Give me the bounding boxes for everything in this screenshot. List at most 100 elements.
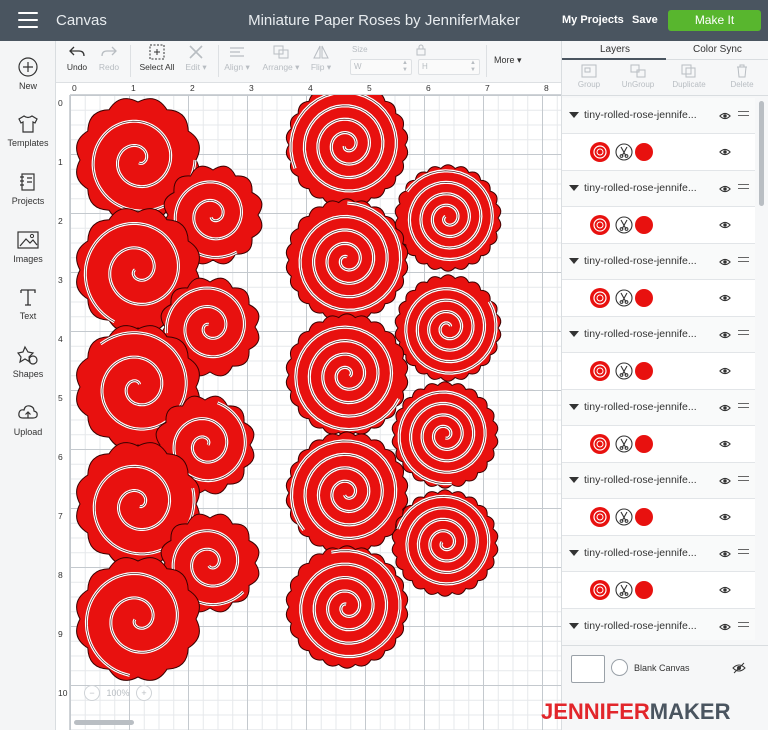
jennifermaker-watermark: JENNIFERMAKER (541, 699, 730, 725)
cut-scissors-icon[interactable] (615, 581, 633, 599)
drag-handle-icon[interactable] (738, 403, 749, 411)
expand-triangle-icon[interactable] (569, 477, 579, 483)
layer-color-swatch[interactable] (635, 216, 653, 234)
eye-icon[interactable] (719, 475, 731, 487)
layer-group-row[interactable]: tiny-rolled-rose-jennife... (562, 317, 755, 353)
eye-icon[interactable] (719, 584, 731, 596)
tab-color-sync[interactable]: Color Sync (693, 44, 742, 55)
edit-button[interactable]: Edit ▾ (180, 44, 212, 73)
layer-group-row[interactable]: tiny-rolled-rose-jennife... (562, 463, 755, 499)
eye-icon[interactable] (719, 548, 731, 560)
layers-scrollbar[interactable] (759, 101, 764, 206)
canvas-color-swatch[interactable] (571, 655, 605, 683)
cut-scissors-icon[interactable] (615, 216, 633, 234)
expand-triangle-icon[interactable] (569, 185, 579, 191)
layer-item-row[interactable] (562, 353, 755, 390)
eye-icon[interactable] (719, 146, 731, 158)
eye-icon[interactable] (719, 219, 731, 231)
eye-icon[interactable] (719, 110, 731, 122)
sidebar-item-images[interactable]: Images (0, 230, 56, 264)
sidebar-item-new[interactable]: New (0, 57, 56, 91)
height-input[interactable]: H ▲ ▼ (418, 59, 480, 75)
sidebar-item-templates[interactable]: Templates (0, 114, 56, 148)
my-projects-link[interactable]: My Projects (562, 14, 624, 26)
layer-item-row[interactable] (562, 280, 755, 317)
expand-triangle-icon[interactable] (569, 331, 579, 337)
expand-triangle-icon[interactable] (569, 623, 579, 629)
layer-color-swatch[interactable] (635, 435, 653, 453)
layer-group-row[interactable]: tiny-rolled-rose-jennife... (562, 244, 755, 280)
eye-hidden-icon[interactable] (732, 662, 746, 674)
layer-item-row[interactable] (562, 426, 755, 463)
arrange-button[interactable]: Arrange ▾ (258, 44, 304, 73)
sidebar-item-text[interactable]: Text (0, 287, 56, 321)
drag-handle-icon[interactable] (738, 476, 749, 484)
drag-handle-icon[interactable] (738, 111, 749, 119)
more-button[interactable]: More ▾ (494, 55, 522, 66)
layer-color-swatch[interactable] (635, 362, 653, 380)
align-button[interactable]: Align ▾ (220, 44, 254, 73)
redo-button[interactable]: Redo (94, 44, 124, 72)
drag-handle-icon[interactable] (738, 257, 749, 265)
expand-triangle-icon[interactable] (569, 112, 579, 118)
width-input[interactable]: W ▲ ▼ (350, 59, 412, 75)
ungroup-button[interactable]: UnGroup (613, 64, 663, 89)
eye-icon[interactable] (719, 438, 731, 450)
layer-color-swatch[interactable] (635, 289, 653, 307)
eye-icon[interactable] (719, 329, 731, 341)
delete-button[interactable]: Delete (717, 64, 767, 89)
duplicate-button[interactable]: Duplicate (664, 64, 714, 89)
layer-color-swatch[interactable] (635, 508, 653, 526)
layer-color-swatch[interactable] (635, 581, 653, 599)
tab-layers[interactable]: Layers (600, 44, 630, 55)
expand-triangle-icon[interactable] (569, 404, 579, 410)
drag-handle-icon[interactable] (738, 549, 749, 557)
group-button[interactable]: Group (564, 64, 614, 89)
sidebar-item-projects[interactable]: Projects (0, 172, 56, 206)
canvas-color-circle[interactable] (611, 659, 628, 676)
layer-group-row[interactable]: tiny-rolled-rose-jennife... (562, 98, 755, 134)
layer-color-swatch[interactable] (635, 143, 653, 161)
eye-icon[interactable] (719, 511, 731, 523)
layer-item-row[interactable] (562, 134, 755, 171)
layer-group-row[interactable]: tiny-rolled-rose-jennife... (562, 609, 755, 640)
eye-icon[interactable] (719, 365, 731, 377)
ruler-number: 2 (190, 83, 195, 93)
make-it-button[interactable]: Make It (668, 10, 761, 31)
expand-triangle-icon[interactable] (569, 258, 579, 264)
menu-icon[interactable] (18, 12, 38, 28)
drag-handle-icon[interactable] (738, 184, 749, 192)
drag-handle-icon[interactable] (738, 330, 749, 338)
cut-scissors-icon[interactable] (615, 143, 633, 161)
layer-item-row[interactable] (562, 207, 755, 244)
layer-group-row[interactable]: tiny-rolled-rose-jennife... (562, 171, 755, 207)
redo-icon (101, 46, 117, 57)
undo-button[interactable]: Undo (62, 44, 92, 72)
layer-item-row[interactable] (562, 499, 755, 536)
design-canvas[interactable]: 0 1 2 3 4 5 6 7 8 0 1 2 3 4 5 6 7 8 9 10 − 100% + (56, 83, 561, 730)
zoom-out-button[interactable]: − (84, 685, 100, 701)
eye-icon[interactable] (719, 621, 731, 633)
horizontal-scrollbar[interactable] (74, 720, 134, 725)
sidebar-item-upload[interactable]: Upload (0, 403, 56, 437)
layer-item-row[interactable] (562, 572, 755, 609)
cut-scissors-icon[interactable] (615, 289, 633, 307)
expand-triangle-icon[interactable] (569, 550, 579, 556)
layers-list: tiny-rolled-rose-jennife... tiny-rolled-r… (562, 98, 755, 640)
save-link[interactable]: Save (632, 14, 658, 26)
eye-icon[interactable] (719, 183, 731, 195)
zoom-in-button[interactable]: + (136, 685, 153, 701)
layer-group-row[interactable]: tiny-rolled-rose-jennife... (562, 536, 755, 572)
cut-scissors-icon[interactable] (615, 435, 633, 453)
eye-icon[interactable] (719, 292, 731, 304)
flip-button[interactable]: Flip ▾ (306, 44, 336, 73)
drag-handle-icon[interactable] (738, 622, 749, 630)
eye-icon[interactable] (719, 256, 731, 268)
blank-canvas-row[interactable]: Blank Canvas (562, 645, 768, 689)
eye-icon[interactable] (719, 402, 731, 414)
sidebar-item-shapes[interactable]: Shapes (0, 345, 56, 379)
select-all-button[interactable]: Select All (136, 44, 178, 72)
layer-group-row[interactable]: tiny-rolled-rose-jennife... (562, 390, 755, 426)
cut-scissors-icon[interactable] (615, 362, 633, 380)
cut-scissors-icon[interactable] (615, 508, 633, 526)
